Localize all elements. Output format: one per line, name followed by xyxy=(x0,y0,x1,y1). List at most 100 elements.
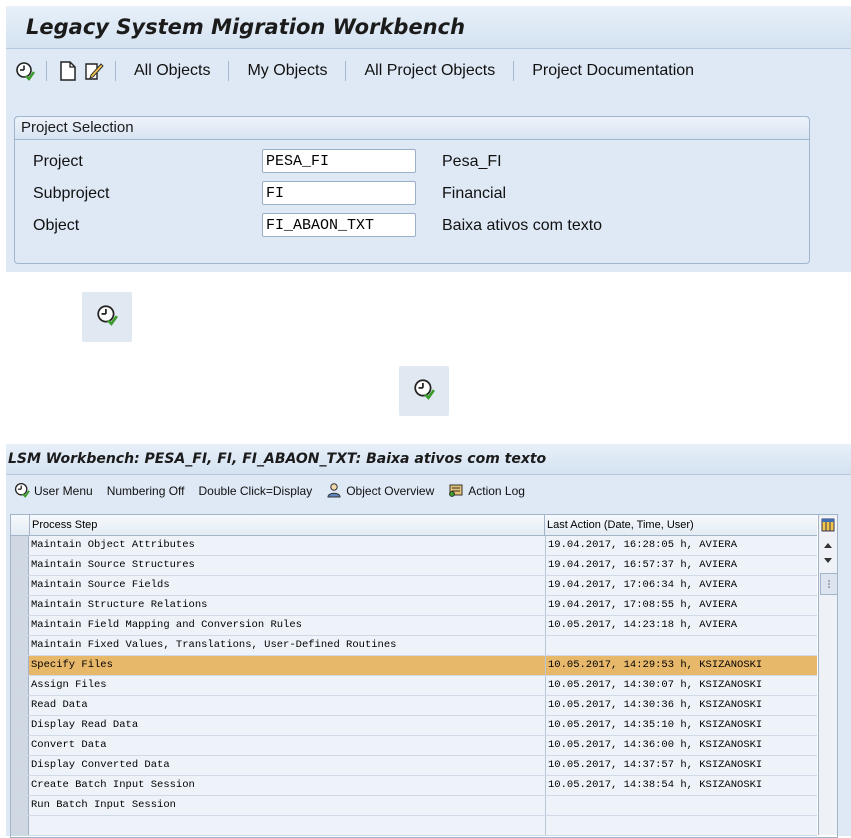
toolbar-separator xyxy=(513,61,515,81)
action-log-button[interactable]: Action Log xyxy=(448,482,525,501)
process-step-cell[interactable]: Display Converted Data xyxy=(29,756,546,775)
vertical-scrollbar[interactable] xyxy=(818,515,838,835)
last-action-cell: 10.05.2017, 14:38:54 h, KSIZANOSKI xyxy=(548,779,763,791)
lsmw-initial-window: Legacy System Migration Workbench All Ob… xyxy=(6,6,851,272)
table-row[interactable]: Convert Data 10.05.2017, 14:36:00 h, KSIZ… xyxy=(11,736,817,756)
double-click-display-button[interactable]: Double Click=Display xyxy=(199,484,313,498)
last-action-cell: 19.04.2017, 16:57:37 h, AVIERA xyxy=(548,559,738,571)
table-row[interactable]: Specify Files 10.05.2017, 14:29:53 h, KSI… xyxy=(11,656,817,676)
group-title: Project Selection xyxy=(15,117,809,140)
table-row[interactable] xyxy=(11,816,817,836)
toolbar-separator xyxy=(345,61,347,81)
project-row: Project Pesa_FI xyxy=(31,149,801,177)
process-step-cell[interactable]: Assign Files xyxy=(29,676,546,695)
project-input[interactable] xyxy=(262,149,416,173)
execute-button[interactable] xyxy=(82,292,132,342)
all-project-objects-button[interactable]: All Project Objects xyxy=(356,62,503,80)
object-input[interactable] xyxy=(262,213,416,237)
process-step-cell[interactable]: Maintain Object Attributes xyxy=(29,536,546,555)
scroll-up-icon[interactable] xyxy=(820,537,836,553)
table-row[interactable]: Maintain Field Mapping and Conversion Ru… xyxy=(11,616,817,636)
scroll-thumb[interactable] xyxy=(820,573,838,595)
my-objects-button[interactable]: My Objects xyxy=(239,62,335,80)
process-step-cell[interactable]: Specify Files xyxy=(29,656,546,675)
row-selector[interactable] xyxy=(11,716,29,735)
execute-clock-check-icon xyxy=(413,378,435,405)
create-new-icon[interactable] xyxy=(57,60,79,82)
table-row[interactable]: Create Batch Input Session 10.05.2017, 14… xyxy=(11,776,817,796)
row-selector[interactable] xyxy=(11,556,29,575)
row-selector[interactable] xyxy=(11,656,29,675)
row-selector[interactable] xyxy=(11,576,29,595)
object-overview-icon xyxy=(326,482,346,501)
row-selector[interactable] xyxy=(11,676,29,695)
execute-clock-check-icon[interactable] xyxy=(14,60,36,82)
execute-button[interactable] xyxy=(399,366,449,416)
toolbar-separator xyxy=(228,61,230,81)
row-selector[interactable] xyxy=(11,776,29,795)
object-overview-label: Object Overview xyxy=(346,484,435,498)
column-settings-icon[interactable] xyxy=(820,517,836,533)
table-row[interactable]: Display Read Data 10.05.2017, 14:35:10 h,… xyxy=(11,716,817,736)
toolbar-separator xyxy=(46,61,47,81)
row-selector[interactable] xyxy=(11,816,29,835)
process-step-cell[interactable]: Maintain Source Structures xyxy=(29,556,546,575)
workbench-title: LSM Workbench: PESA_FI, FI, FI_ABAON_TXT… xyxy=(6,444,851,475)
row-selector[interactable] xyxy=(11,616,29,635)
row-selector[interactable] xyxy=(11,756,29,775)
table-row[interactable]: Assign Files 10.05.2017, 14:30:07 h, KSIZ… xyxy=(11,676,817,696)
toolbar-separator xyxy=(115,61,116,81)
table-row[interactable]: Maintain Object Attributes 19.04.2017, 16… xyxy=(11,536,817,556)
process-step-cell[interactable]: Maintain Source Fields xyxy=(29,576,546,595)
last-action-column-header[interactable]: Last Action (Date, Time, User) xyxy=(544,515,819,535)
table-row[interactable]: Maintain Structure Relations 19.04.2017, … xyxy=(11,596,817,616)
numbering-off-button[interactable]: Numbering Off xyxy=(107,484,185,498)
action-log-icon xyxy=(448,482,468,501)
process-step-cell[interactable]: Convert Data xyxy=(29,736,546,755)
workbench-toolbar: User Menu Numbering Off Double Click=Dis… xyxy=(6,475,851,507)
table-row[interactable]: Maintain Source Fields 19.04.2017, 17:06:… xyxy=(11,576,817,596)
execute-clock-check-icon xyxy=(96,304,118,331)
row-selector[interactable] xyxy=(11,736,29,755)
last-action-cell: 10.05.2017, 14:30:36 h, KSIZANOSKI xyxy=(548,699,763,711)
user-menu-label: User Menu xyxy=(34,484,93,498)
row-selector[interactable] xyxy=(11,596,29,615)
process-step-cell[interactable]: Display Read Data xyxy=(29,716,546,735)
last-action-cell: 19.04.2017, 16:28:05 h, AVIERA xyxy=(548,539,738,551)
object-overview-button[interactable]: Object Overview xyxy=(326,482,434,501)
last-action-cell: 19.04.2017, 17:06:34 h, AVIERA xyxy=(548,579,738,591)
process-step-cell[interactable]: Run Batch Input Session xyxy=(29,796,546,815)
process-step-column-header[interactable]: Process Step xyxy=(29,515,546,535)
execute-clock-check-icon xyxy=(14,482,34,501)
process-step-cell[interactable]: Maintain Field Mapping and Conversion Ru… xyxy=(29,616,546,635)
scroll-down-icon[interactable] xyxy=(820,553,836,569)
subproject-input[interactable] xyxy=(262,181,416,205)
table-row[interactable]: Read Data 10.05.2017, 14:30:36 h, KSIZANO… xyxy=(11,696,817,716)
process-step-cell[interactable]: Maintain Structure Relations xyxy=(29,596,546,615)
process-step-cell[interactable]: Read Data xyxy=(29,696,546,715)
project-selection-group: Project Selection Project Pesa_FI Subpro… xyxy=(14,116,810,264)
last-action-cell: 10.05.2017, 14:36:00 h, KSIZANOSKI xyxy=(548,739,763,751)
user-menu-button[interactable]: User Menu xyxy=(14,482,93,501)
process-step-cell[interactable] xyxy=(29,816,546,835)
project-documentation-button[interactable]: Project Documentation xyxy=(524,62,702,80)
edit-pencil-icon[interactable] xyxy=(83,60,105,82)
subproject-description: Financial xyxy=(442,185,507,202)
page-title: Legacy System Migration Workbench xyxy=(26,15,466,39)
row-selector[interactable] xyxy=(11,636,29,655)
row-selector[interactable] xyxy=(11,536,29,555)
table-row[interactable]: Run Batch Input Session xyxy=(11,796,817,816)
process-step-cell[interactable]: Maintain Fixed Values, Translations, Use… xyxy=(29,636,546,655)
object-label: Object xyxy=(33,217,80,234)
table-row[interactable]: Maintain Fixed Values, Translations, Use… xyxy=(11,636,817,656)
table-row[interactable]: Display Converted Data 10.05.2017, 14:37:… xyxy=(11,756,817,776)
process-step-cell[interactable]: Create Batch Input Session xyxy=(29,776,546,795)
process-step-table: Process Step Last Action (Date, Time, Us… xyxy=(10,514,838,838)
table-row[interactable]: Maintain Source Structures 19.04.2017, 16… xyxy=(11,556,817,576)
all-objects-button[interactable]: All Objects xyxy=(126,62,218,80)
row-selector[interactable] xyxy=(11,796,29,815)
last-action-cell: 10.05.2017, 14:29:53 h, KSIZANOSKI xyxy=(548,659,763,671)
row-selector[interactable] xyxy=(11,696,29,715)
project-description: Pesa_FI xyxy=(442,153,502,170)
last-action-cell: 10.05.2017, 14:37:57 h, KSIZANOSKI xyxy=(548,759,763,771)
